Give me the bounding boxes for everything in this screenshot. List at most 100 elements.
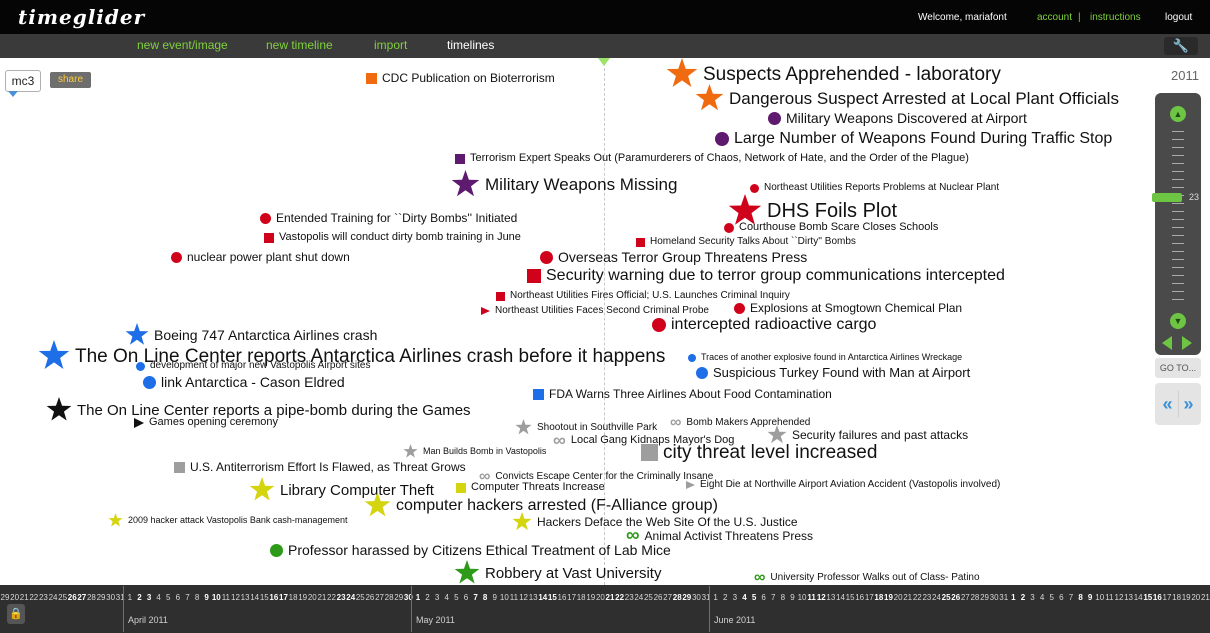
day-tick: 10 <box>211 593 221 602</box>
timeline-event[interactable]: Military Weapons Missing <box>451 170 677 199</box>
event-label: Entended Training for ``Dirty Bombs'' In… <box>276 211 518 225</box>
menu-new-timeline[interactable]: new timeline <box>266 38 333 52</box>
day-tick: 11 <box>807 593 816 602</box>
timeline-event[interactable]: U.S. Antiterrorism Effort Is Flawed, as … <box>174 461 466 473</box>
zoom-in-icon[interactable]: ▲ <box>1170 106 1186 122</box>
lock-icon[interactable]: 🔒 <box>7 604 25 624</box>
current-year: 2011 <box>1171 68 1199 83</box>
menu-new-event[interactable]: new event/image <box>137 38 228 52</box>
circle-icon <box>171 251 182 263</box>
day-tick: 7 <box>473 593 478 602</box>
timeline-event[interactable]: Man Builds Bomb in Vastopolis <box>403 444 546 459</box>
instructions-link[interactable]: instructions <box>1090 12 1141 23</box>
timeline-event[interactable]: Professor harassed by Citizens Ethical T… <box>270 543 671 557</box>
zoom-tick <box>1172 235 1184 236</box>
event-label: Professor harassed by Citizens Ethical T… <box>288 542 671 558</box>
day-tick: 27 <box>375 593 384 602</box>
timeline-event[interactable]: development of major new Vastopolis Airp… <box>136 361 370 371</box>
day-tick: 26 <box>365 593 375 602</box>
timeline-event[interactable]: Eight Die at Northville Airport Aviation… <box>686 480 1000 490</box>
timeline-event[interactable]: Terrorism Expert Speaks Out (Paramurdere… <box>455 153 969 164</box>
timeline-event[interactable]: CDC Publication on Bioterrorism <box>366 72 555 84</box>
timeline-event[interactable]: city threat level increased <box>641 443 877 462</box>
timeline-event[interactable]: Courthouse Bomb Scare Closes Schools <box>724 222 938 233</box>
timeline-event[interactable]: Traces of another explosive found in Ant… <box>688 353 962 362</box>
day-tick: 29 <box>682 593 692 602</box>
timeline-event[interactable]: Dangerous Suspect Arrested at Local Plan… <box>695 84 1119 113</box>
pan-right-icon[interactable] <box>1182 336 1192 350</box>
day-tick: 21 <box>1200 593 1210 602</box>
link-separator: | <box>1078 12 1081 23</box>
share-button[interactable]: share <box>50 72 91 88</box>
timeline-event[interactable]: Northeast Utilities Reports Problems at … <box>750 183 999 193</box>
event-label: Games opening ceremony <box>149 416 279 428</box>
day-tick: 18 <box>576 593 586 602</box>
timeline-ruler[interactable]: 29 20 21 22 23 24 25 26 27 28 29 30 31 1 2 3 4 5 6 7 8 9 10 11 1… <box>0 585 1210 633</box>
timeline-event[interactable]: Overseas Terror Group Threatens Press <box>540 250 807 264</box>
event-label: Robbery at Vast University <box>485 564 662 582</box>
zoom-slider-thumb[interactable] <box>1152 193 1182 202</box>
settings-wrench-icon[interactable]: 🔧 <box>1164 37 1198 55</box>
zoom-out-icon[interactable]: ▼ <box>1170 313 1186 329</box>
day-tick: 13 <box>1124 593 1134 602</box>
account-link[interactable]: account <box>1037 12 1072 23</box>
zoom-slider[interactable]: ▲ 23 ▼ <box>1152 93 1201 355</box>
timeline-event[interactable]: Suspicious Turkey Found with Man at Airp… <box>696 366 970 379</box>
zoom-tick <box>1172 171 1184 172</box>
day-tick: 6 <box>463 593 469 602</box>
timeline-event[interactable]: 2009 hacker attack Vastopolis Bank cash-… <box>108 513 347 528</box>
timeline-event[interactable]: ∞ University Professor Walks out of Class… <box>754 570 980 586</box>
day-tick: 16 <box>557 593 567 602</box>
timeline-event[interactable]: Games opening ceremony <box>134 417 278 428</box>
scroll-forward-icon[interactable]: » <box>1178 391 1199 417</box>
day-tick: 12 <box>519 593 529 602</box>
day-tick: 8 <box>780 593 786 602</box>
circle-icon <box>696 366 708 379</box>
day-tick: 17 <box>567 593 577 602</box>
day-tick: 3 <box>1030 593 1035 602</box>
day-tick: 19 <box>586 593 596 602</box>
center-marker-icon <box>598 58 610 66</box>
day-tick: 29 <box>394 593 404 602</box>
timeline-event[interactable]: FDA Warns Three Airlines About Food Cont… <box>533 388 832 400</box>
square-icon <box>641 444 658 461</box>
day-tick: 15 <box>547 593 557 602</box>
menu-import[interactable]: import <box>374 38 407 52</box>
square-icon <box>264 232 274 243</box>
triangle-icon <box>134 417 144 428</box>
event-label: Eight Die at Northville Airport Aviation… <box>700 479 1001 490</box>
logout-link[interactable]: logout <box>1165 12 1192 23</box>
goto-button[interactable]: GO TO... <box>1155 358 1201 378</box>
pan-left-icon[interactable] <box>1162 336 1172 350</box>
day-tick: 6 <box>175 593 181 602</box>
triangle-icon <box>686 481 695 489</box>
timeline-event[interactable]: Large Number of Weapons Found During Tra… <box>715 131 1112 147</box>
day-tick: 27 <box>77 593 87 602</box>
timeline-event[interactable]: Homeland Security Talks About ``Dirty'' … <box>636 237 856 247</box>
timeline-event[interactable]: Northeast Utilities Fires Official; U.S.… <box>496 291 790 301</box>
star-icon <box>46 397 72 423</box>
timeline-event[interactable]: Robbery at Vast University <box>454 560 661 586</box>
timeline-selector[interactable]: mc3 <box>5 70 41 92</box>
timeline-event[interactable]: Security warning due to terror group com… <box>527 268 1005 284</box>
timeline-event[interactable]: Vastopolis will conduct dirty bomb train… <box>264 232 521 243</box>
day-tick: 10 <box>499 593 509 602</box>
timeline-event[interactable]: Military Weapons Discovered at Airport <box>768 111 1027 125</box>
timeline-event[interactable]: Explosions at Smogtown Chemical Plan <box>734 302 962 314</box>
timeline-event[interactable]: Northeast Utilities Faces Second Crimina… <box>481 306 709 316</box>
timeline-event[interactable]: link Antarctica - Cason Eldred <box>143 375 345 389</box>
day-tick: 14 <box>250 593 260 602</box>
day-tick: 2 <box>1020 593 1026 602</box>
circle-icon <box>715 132 729 146</box>
square-icon <box>533 388 544 400</box>
timeline-dropdown-icon[interactable] <box>8 91 18 97</box>
day-tick: 25 <box>643 593 653 602</box>
timeline-event[interactable]: Entended Training for ``Dirty Bombs'' In… <box>260 212 517 224</box>
day-tick: 7 <box>1068 593 1074 602</box>
timeline-event[interactable]: intercepted radioactive cargo <box>652 317 876 333</box>
day-tick: 5 <box>166 593 171 602</box>
scroll-back-icon[interactable]: « <box>1157 391 1179 417</box>
day-tick: 15 <box>845 593 855 602</box>
timeline-event[interactable]: nuclear power plant shut down <box>171 251 350 263</box>
menu-timelines[interactable]: timelines <box>447 38 494 52</box>
